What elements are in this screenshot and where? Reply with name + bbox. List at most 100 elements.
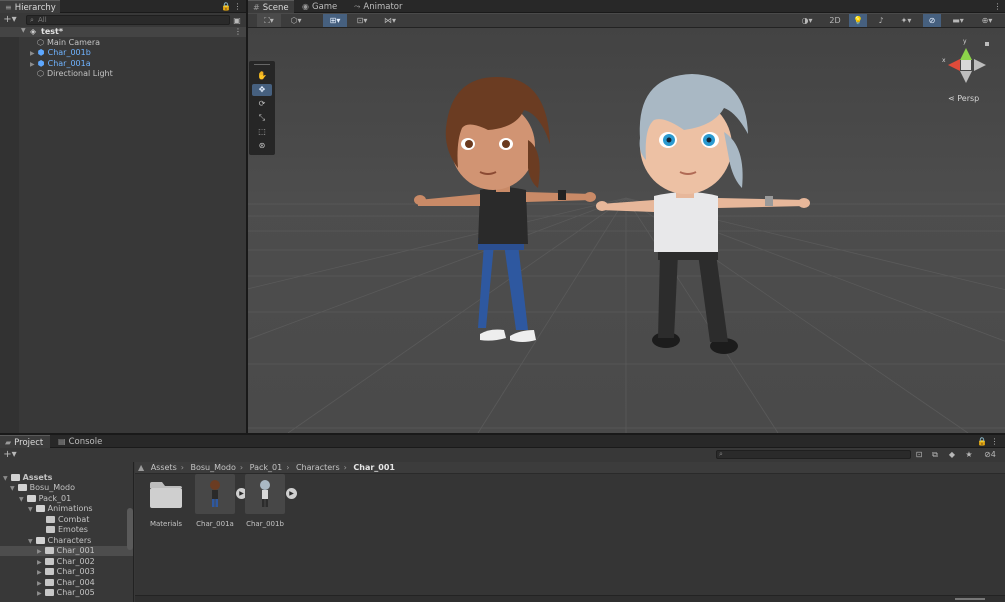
gizmos-dropdown[interactable]: ⊕▾ [975, 14, 999, 27]
tree-item-label: Emotes [58, 525, 88, 534]
tree-item-emotes[interactable]: Emotes [0, 525, 133, 535]
hierarchy-item-char-001b[interactable]: ▶ ⬢ Char_001b [30, 48, 91, 58]
camera-dropdown[interactable]: ▬▾ [946, 14, 970, 27]
lighting-toggle-icon[interactable]: 💡 [849, 14, 867, 27]
tree-item-char-002[interactable]: ▶ Char_002 [0, 557, 133, 567]
scene-visibility-icon[interactable]: ▣ [232, 14, 242, 27]
folder-open-icon [10, 474, 20, 481]
collapse-arrow-icon[interactable]: ▲ [138, 463, 144, 472]
expand-arrow-icon[interactable]: ▼ [3, 475, 8, 482]
tab-scene[interactable]: # Scene [248, 0, 294, 13]
expand-arrow-icon[interactable]: ▼ [28, 538, 33, 545]
folder-icon [44, 579, 54, 586]
scene-viewport[interactable]: ✋ ✥ ⟳ ⤡ ⬚ ⊛ x y ⋖ Persp [248, 28, 1005, 433]
tree-item-label: Assets [22, 473, 53, 482]
move-tool-icon[interactable]: ✥ [252, 84, 272, 96]
transform-tool-icon[interactable]: ⊛ [252, 140, 272, 152]
tree-item-pack-01[interactable]: ▼ Pack_01 [0, 494, 133, 504]
tree-item-char-005[interactable]: ▶ Char_005 [0, 588, 133, 598]
mode-2d-toggle[interactable]: 2D [826, 14, 844, 27]
play-preview-icon[interactable]: ▶ [286, 488, 297, 499]
expand-arrow-icon[interactable]: ▶ [30, 61, 35, 68]
asset-char-001b-prefab[interactable]: ▶ Char_001b [236, 474, 297, 528]
tab-console-label: Console [68, 437, 103, 447]
add-object-button[interactable]: +▾ [2, 13, 18, 26]
hierarchy-search-input[interactable]: ⌕ All [26, 15, 230, 25]
more-menu-icon[interactable]: ⋮ [990, 435, 999, 448]
icon-size-slider[interactable] [955, 598, 985, 600]
tab-game[interactable]: ◉ Game [297, 0, 342, 13]
expand-arrow-icon[interactable]: ▶ [37, 569, 42, 576]
orientation-dropdown[interactable]: ◑▾ [796, 14, 818, 27]
breadcrumb-pack-01[interactable]: Pack_01 [250, 463, 283, 472]
prefab-cube-icon: ⬢ [37, 48, 45, 57]
hand-tool-icon[interactable]: ✋ [252, 70, 272, 82]
expand-arrow-icon[interactable]: ▶ [37, 559, 42, 566]
search-by-type-icon[interactable]: ⊡ [914, 448, 924, 461]
audio-toggle-icon[interactable]: ♪ [872, 14, 890, 27]
expand-arrow-icon[interactable]: ▼ [28, 506, 33, 513]
effects-dropdown[interactable]: ✦▾ [894, 14, 918, 27]
expand-arrow-icon[interactable]: ▶ [30, 50, 35, 57]
tree-item-char-001[interactable]: ▶ Char_001 [0, 546, 133, 556]
folder-icon [44, 568, 54, 575]
more-menu-icon[interactable]: ⋮ [233, 0, 242, 13]
hierarchy-gutter [0, 37, 19, 433]
project-tabbar: ▰ Project ▤ Console 🔒 ⋮ [0, 435, 1005, 448]
rect-tool-icon[interactable]: ⬚ [252, 126, 272, 138]
scene-root-row[interactable]: ▼ ◈ test* ⋮ [0, 27, 246, 37]
tag-icon[interactable]: ◆ [947, 448, 957, 461]
search-by-label-icon[interactable]: ⧉ [930, 448, 940, 461]
tree-item-char-003[interactable]: ▶ Char_003 [0, 567, 133, 577]
tree-item-char-004[interactable]: ▶ Char_004 [0, 578, 133, 588]
scene-visibility-toggle-icon[interactable]: ⊘ [923, 14, 941, 27]
tree-item-combat[interactable]: Combat [0, 515, 133, 525]
hierarchy-item-main-camera[interactable]: ⬡ Main Camera [37, 38, 100, 48]
hierarchy-item-directional-light[interactable]: ⬡ Directional Light [37, 69, 113, 79]
scale-tool-icon[interactable]: ⤡ [252, 112, 272, 124]
project-search-input[interactable]: ⌕ [716, 450, 911, 459]
expand-arrow-icon[interactable]: ▼ [10, 485, 15, 492]
move-snap-dropdown[interactable]: ⊞▾ [323, 14, 347, 27]
create-asset-button[interactable]: +▾ [2, 448, 18, 461]
tab-console[interactable]: ▤ Console [53, 435, 107, 448]
breadcrumb-assets[interactable]: Assets [151, 463, 177, 472]
tree-item-assets[interactable]: ▼ Assets [0, 473, 133, 483]
lock-icon[interactable]: 🔒 [977, 435, 987, 448]
tree-item-label: Pack_01 [38, 494, 72, 503]
expand-arrow-icon[interactable]: ▼ [21, 27, 26, 34]
increment-snap-dropdown[interactable]: ⋈▾ [378, 14, 402, 27]
gamepad-icon: ◉ [302, 2, 309, 11]
hierarchy-tabbar: ≡ Hierarchy 🔒 ⋮ [0, 0, 246, 13]
tree-item-animations[interactable]: ▼ Animations [0, 504, 133, 514]
expand-arrow-icon[interactable]: ▼ [19, 496, 24, 503]
projection-toggle[interactable]: ⋖ Persp [948, 94, 979, 103]
draw-mode-dropdown[interactable]: ⛶▾ [257, 14, 281, 27]
hierarchy-item-char-001a[interactable]: ▶ ⬢ Char_001a [30, 59, 91, 69]
item-label: Main Camera [46, 38, 101, 47]
grid-snap-dropdown[interactable]: ⊡▾ [351, 14, 373, 27]
expand-arrow-icon[interactable]: ▶ [37, 548, 42, 555]
tab-animator[interactable]: ⤳ Animator [349, 0, 408, 13]
tab-hierarchy[interactable]: ≡ Hierarchy [0, 0, 60, 13]
shading-dropdown[interactable]: ⬡▾ [285, 14, 307, 27]
favorite-star-icon[interactable]: ★ [964, 448, 974, 461]
rotate-tool-icon[interactable]: ⟳ [252, 98, 272, 110]
lock-icon[interactable]: 🔒 [221, 0, 231, 13]
gameobject-cube-icon: ⬡ [37, 69, 44, 78]
drag-handle[interactable] [254, 64, 270, 65]
expand-arrow-icon[interactable]: ▶ [37, 590, 42, 597]
expand-arrow-icon[interactable]: ▶ [37, 580, 42, 587]
tree-item-bosu-modo[interactable]: ▼ Bosu_Modo [0, 483, 133, 493]
tree-item-characters[interactable]: ▼ Characters [0, 536, 133, 546]
more-menu-icon[interactable]: ⋮ [993, 0, 1002, 13]
tab-project[interactable]: ▰ Project [0, 435, 50, 448]
scene-menu-icon[interactable]: ⋮ [234, 27, 242, 37]
breadcrumb-bosu-modo[interactable]: Bosu_Modo [191, 463, 236, 472]
folder-icon [44, 558, 54, 565]
breadcrumb-characters[interactable]: Characters [296, 463, 340, 472]
tree-scrollbar[interactable] [127, 508, 133, 550]
search-placeholder: All [38, 16, 47, 24]
folder-open-icon [17, 484, 27, 491]
hidden-packages-toggle[interactable]: ⊘4 [980, 448, 1000, 461]
